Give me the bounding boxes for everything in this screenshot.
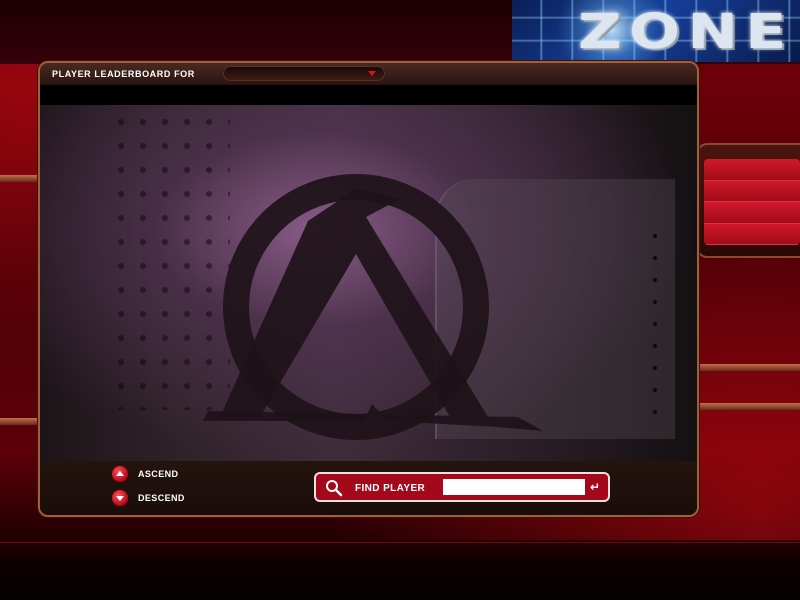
- side-tab-panel: [697, 143, 800, 258]
- enter-icon[interactable]: ↵: [590, 480, 600, 494]
- leaderboard-list: [40, 105, 697, 461]
- search-icon[interactable]: [325, 479, 343, 497]
- right-rail-upper: [699, 364, 800, 371]
- title-strip: PLAYER LEADERBOARD FOR: [40, 63, 697, 85]
- find-player-label: FIND PLAYER: [355, 483, 426, 494]
- background-vents: [650, 225, 660, 425]
- ascend-button[interactable]: [112, 466, 128, 482]
- right-rail-lower: [699, 403, 800, 410]
- find-player-box: FIND PLAYER ↵: [314, 472, 610, 502]
- arrow-up-icon: [116, 471, 124, 476]
- side-tab-slot[interactable]: [704, 159, 800, 181]
- bottom-divider: [0, 542, 800, 543]
- side-tab-slot[interactable]: [704, 202, 800, 224]
- chevron-down-icon[interactable]: [368, 71, 376, 76]
- zone-logo-text: ZONE: [578, 4, 794, 60]
- side-tab-slot[interactable]: [704, 223, 800, 245]
- find-player-input[interactable]: [443, 479, 585, 495]
- left-rail-lower: [0, 418, 38, 425]
- leaderboard-header: [40, 85, 697, 105]
- leaderboard-footer: ASCEND DESCEND FIND PLAYER ↵: [40, 461, 697, 515]
- anarchy-emblem-icon: [203, 174, 543, 440]
- descend-button[interactable]: [112, 490, 128, 506]
- leaderboard-window: PLAYER LEADERBOARD FOR ASCEND DESCEND FI…: [38, 61, 699, 517]
- side-tab-slot[interactable]: [704, 180, 800, 202]
- ascend-label[interactable]: ASCEND: [138, 469, 178, 479]
- descend-label[interactable]: DESCEND: [138, 493, 185, 503]
- left-rail-upper: [0, 175, 38, 182]
- leaderboard-select[interactable]: [223, 66, 385, 81]
- side-tab-slots: [704, 159, 800, 245]
- leaderboard-title: PLAYER LEADERBOARD FOR: [52, 69, 195, 79]
- bottom-band: [0, 540, 800, 600]
- zone-logo: ZONE: [512, 0, 800, 62]
- arrow-down-icon: [116, 496, 124, 501]
